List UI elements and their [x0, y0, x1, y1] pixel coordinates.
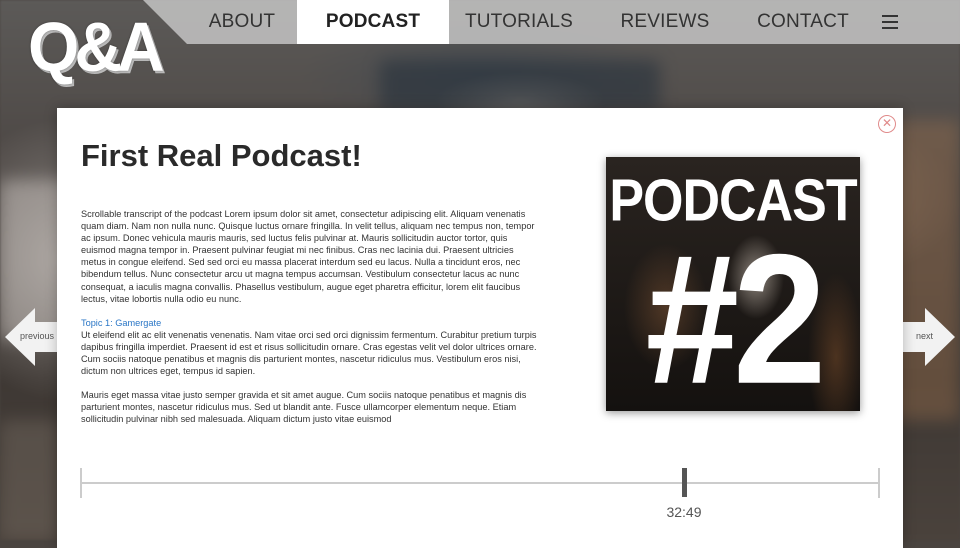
topic-link[interactable]: Topic 1: Gamergate — [81, 317, 541, 329]
playback-scrubber[interactable] — [80, 468, 880, 498]
site-logo[interactable]: Q&A — [28, 12, 165, 81]
next-label: next — [916, 331, 934, 341]
cover-number: #2 — [645, 215, 827, 411]
close-icon[interactable]: ✕ — [878, 115, 896, 133]
nav-item-podcast[interactable]: PODCAST — [297, 0, 449, 44]
transcript-paragraph: Scrollable transcript of the podcast Lor… — [81, 209, 535, 304]
previous-label: previous — [20, 331, 55, 341]
podcast-cover-art: PODCAST #2 — [606, 157, 860, 411]
hamburger-menu-icon[interactable] — [865, 0, 915, 44]
podcast-modal: ✕ First Real Podcast! Scrollable transcr… — [57, 108, 903, 548]
nav-item-about[interactable]: ABOUT — [187, 0, 297, 44]
podcast-title: First Real Podcast! — [81, 138, 362, 173]
nav-item-contact[interactable]: CONTACT — [741, 0, 865, 44]
transcript-paragraph: Ut eleifend elit ac elit venenatis venen… — [81, 329, 537, 377]
nav-item-tutorials[interactable]: TUTORIALS — [449, 0, 589, 44]
transcript-paragraph: Mauris eget massa vitae justo semper gra… — [81, 390, 527, 425]
transcript-scroll-area[interactable]: Scrollable transcript of the podcast Lor… — [81, 208, 541, 426]
top-navigation: ABOUT PODCAST TUTORIALS REVIEWS CONTACT — [143, 0, 960, 44]
scrubber-end-cap — [878, 468, 880, 498]
scrubber-track[interactable] — [80, 482, 880, 484]
previous-button[interactable]: previous — [5, 308, 63, 366]
next-button[interactable]: next — [897, 308, 955, 366]
scrubber-handle[interactable] — [682, 468, 687, 497]
current-time: 32:49 — [666, 504, 702, 520]
scrubber-start-cap — [80, 468, 82, 498]
nav-item-reviews[interactable]: REVIEWS — [589, 0, 741, 44]
